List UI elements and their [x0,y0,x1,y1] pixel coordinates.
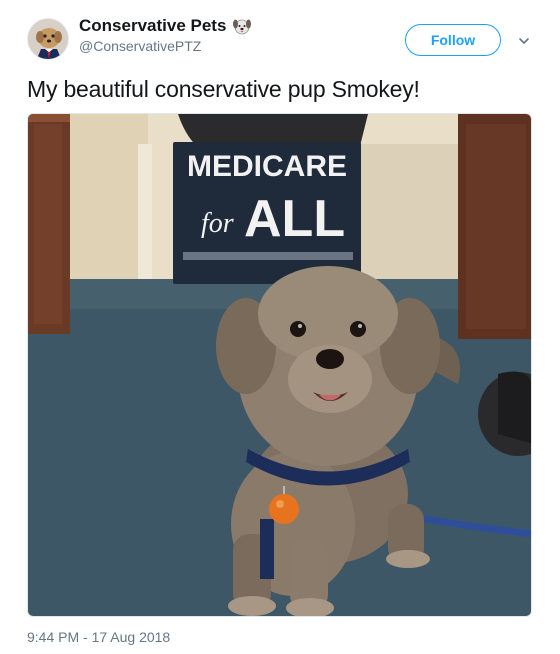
follow-button[interactable]: Follow [405,24,501,56]
sign-line-3: ALL [244,190,345,248]
tweet-header: Conservative Pets @ConservativePTZ Follo… [27,14,537,66]
display-name-text[interactable]: Conservative Pets [79,16,226,36]
tweet-text: My beautiful conservative pup Smokey! [27,76,420,102]
tweet-photo[interactable]: MEDICARE for ALL [27,113,532,617]
chevron-down-icon[interactable] [517,34,531,48]
display-name[interactable]: Conservative Pets [79,16,252,36]
avatar-dog-image [28,19,68,59]
tweet-timestamp[interactable]: 9:44 PM - 17 Aug 2018 [27,628,170,646]
sign-line-2: for [201,208,234,239]
account-handle[interactable]: @ConservativePTZ [79,37,252,55]
dog-photo-image: MEDICARE for ALL [28,114,531,616]
account-names: Conservative Pets @ConservativePTZ [79,16,252,55]
avatar[interactable] [27,18,69,60]
sign-line-1: MEDICARE [187,150,347,183]
dog-face-emoji-icon [232,16,252,36]
